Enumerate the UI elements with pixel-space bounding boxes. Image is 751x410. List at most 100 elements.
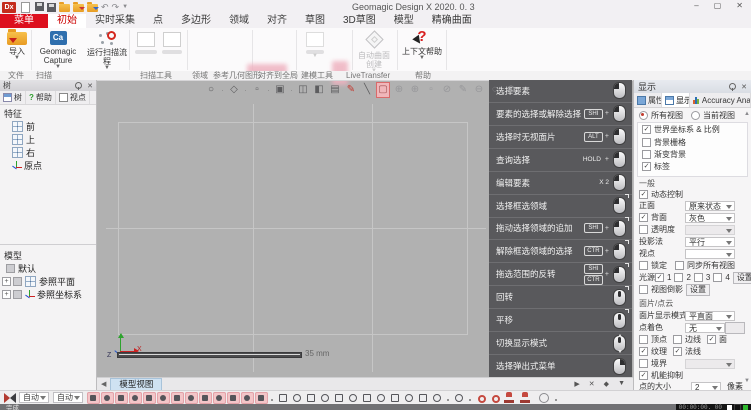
light-2-checkbox[interactable] <box>674 273 683 282</box>
import-button[interactable]: 导入 ▼ <box>4 29 30 60</box>
context-help-dropdown-icon[interactable]: ▼ <box>400 56 444 60</box>
view-grid-icon[interactable]: ▤ <box>329 83 341 97</box>
tab-point[interactable]: 点 <box>144 14 172 28</box>
tree-item-top-plane[interactable]: 上 <box>0 133 96 146</box>
strip-dropdown-icon[interactable]: ▼ <box>618 380 625 388</box>
projection-select[interactable]: 平行 <box>685 237 735 247</box>
redo-icon[interactable]: ↷ <box>112 2 120 12</box>
reflection-settings-button[interactable]: 设置 <box>686 284 710 296</box>
tree-item-origin[interactable]: 原点 <box>0 159 96 172</box>
tab-polygon[interactable]: 多边形 <box>172 14 220 28</box>
diamond-icon[interactable]: ◆ <box>604 380 609 388</box>
circle-marker-icon[interactable] <box>539 393 549 403</box>
tab-3d-sketch[interactable]: 3D草图 <box>334 14 385 28</box>
expand-icon[interactable]: + <box>2 290 11 299</box>
light-settings-button[interactable]: 设置 <box>733 272 751 284</box>
visibility-checkbox[interactable] <box>13 277 22 286</box>
export-folder-icon[interactable] <box>87 4 98 12</box>
minimize-button[interactable]: – <box>694 1 698 10</box>
section-line-icon[interactable]: ╲ <box>361 83 373 97</box>
light-1-checkbox[interactable]: ✓ <box>655 273 664 282</box>
visibility-checkbox[interactable] <box>6 264 15 273</box>
context-help-button[interactable]: ? 上下文帮助 ▼ <box>400 29 444 60</box>
tab-viewpoint[interactable]: 视点 <box>56 91 90 104</box>
geomagic-capture-button[interactable]: Ca Geomagic Capture ▼ <box>34 29 82 69</box>
import-dropdown-icon[interactable]: ▼ <box>4 56 30 60</box>
edge-checkbox[interactable] <box>673 335 682 344</box>
checkbox[interactable] <box>639 225 648 234</box>
dropdown-dot-icon[interactable]: . <box>221 83 224 97</box>
viewpoint-select[interactable] <box>685 249 735 259</box>
checkbox[interactable] <box>639 261 648 270</box>
tab-scroll-left-icon[interactable]: ◀ <box>101 380 106 388</box>
checkbox-checked[interactable]: ✓ <box>639 190 648 199</box>
visibility-checkbox[interactable] <box>13 290 22 299</box>
dropdown-dot-icon[interactable]: . <box>267 83 270 97</box>
plane-display-icon[interactable]: ▫ <box>251 83 263 97</box>
panel-splitter[interactable] <box>0 244 96 245</box>
paint-select-icon[interactable]: ✎ <box>345 83 357 97</box>
normal-checkbox[interactable]: ✓ <box>673 347 682 356</box>
tab-align[interactable]: 对齐 <box>258 14 296 28</box>
save-icon[interactable] <box>47 3 56 12</box>
panel-close-icon[interactable]: ✕ <box>87 82 93 90</box>
radio-all-views[interactable] <box>639 111 648 120</box>
zoom-fit-icon[interactable]: ⊕ <box>409 83 421 97</box>
quick-access-dropdown-icon[interactable]: ▼ <box>122 2 128 12</box>
face-checkbox[interactable]: ✓ <box>707 335 716 344</box>
tab-model[interactable]: 模型 <box>385 14 423 28</box>
checkbox-checked[interactable]: ✓ <box>642 162 651 171</box>
panel-close-icon[interactable]: ✕ <box>741 83 747 91</box>
suppress-checkbox[interactable]: ✓ <box>639 371 648 380</box>
texture-checkbox[interactable]: ✓ <box>639 347 648 356</box>
checkbox-checked[interactable]: ✓ <box>639 213 648 222</box>
save-as-folder-icon[interactable] <box>73 4 84 12</box>
radio-current-view[interactable] <box>691 111 700 120</box>
checkbox[interactable] <box>639 285 648 294</box>
no-section-icon[interactable]: ⊘ <box>441 83 453 97</box>
pin-icon[interactable] <box>75 82 82 89</box>
undo-icon[interactable]: ↶ <box>101 2 109 12</box>
tree-item-front-plane[interactable]: 前 <box>0 120 96 133</box>
close-view-icon[interactable]: ✕ <box>589 380 595 388</box>
view-left-icon[interactable]: ◫ <box>297 83 309 97</box>
tree-item-ref-planes[interactable]: + 参照平面 <box>0 275 96 288</box>
timer-green-block[interactable] <box>743 405 748 410</box>
pin-icon[interactable] <box>729 83 736 90</box>
tab-initial[interactable]: 初始 <box>48 14 86 28</box>
tab-help[interactable]: ?帮助 <box>26 91 56 104</box>
vertex-checkbox[interactable] <box>639 335 648 344</box>
checkbox[interactable] <box>639 359 648 368</box>
zoom-out-icon[interactable]: ⊖ <box>473 83 485 97</box>
tab-exact-surface[interactable]: 精确曲面 <box>423 14 481 28</box>
model-view-tab[interactable]: 模型视图 <box>110 378 162 391</box>
region-box-active-icon[interactable]: ▢ <box>377 83 389 97</box>
light-3-checkbox[interactable] <box>694 273 703 282</box>
shading-mode-icon[interactable]: ○ <box>205 83 217 97</box>
tab-properties[interactable]: 属性 <box>634 93 662 107</box>
expand-icon[interactable]: + <box>2 277 11 286</box>
mesh-display-mode-select[interactable]: 平直面 <box>685 311 735 321</box>
import-quick-icon[interactable] <box>35 2 44 12</box>
tab-sketch[interactable]: 草图 <box>296 14 334 28</box>
tab-region[interactable]: 领域 <box>220 14 258 28</box>
light-4-checkbox[interactable] <box>713 273 722 282</box>
new-file-icon[interactable] <box>21 2 30 13</box>
close-button[interactable]: ✕ <box>736 1 743 10</box>
tree-item-default[interactable]: 默认 <box>0 262 96 275</box>
back-face-select[interactable]: 灰色 <box>685 213 735 223</box>
view-right-icon[interactable]: ◧ <box>313 83 325 97</box>
checkbox[interactable] <box>642 150 651 159</box>
check-dynamic-control[interactable]: ✓动态控制 <box>639 189 747 200</box>
tab-tree[interactable]: 树 <box>0 91 26 104</box>
checkbox[interactable] <box>675 261 684 270</box>
menu-button[interactable]: 菜单 <box>0 14 48 28</box>
check-background-grid[interactable]: 背景栅格 <box>642 137 747 148</box>
app-logo-icon[interactable]: Dx <box>2 2 16 13</box>
checkbox[interactable] <box>642 138 651 147</box>
viewport-split-icon[interactable]: ▣ <box>274 83 286 97</box>
dropdown-dot-icon[interactable]: . <box>290 83 293 97</box>
front-face-select[interactable]: 原来状态 <box>685 201 735 211</box>
tab-accuracy-analyzer[interactable]: Accuracy Analy... <box>690 93 751 107</box>
checkbox-checked[interactable]: ✓ <box>642 125 651 134</box>
